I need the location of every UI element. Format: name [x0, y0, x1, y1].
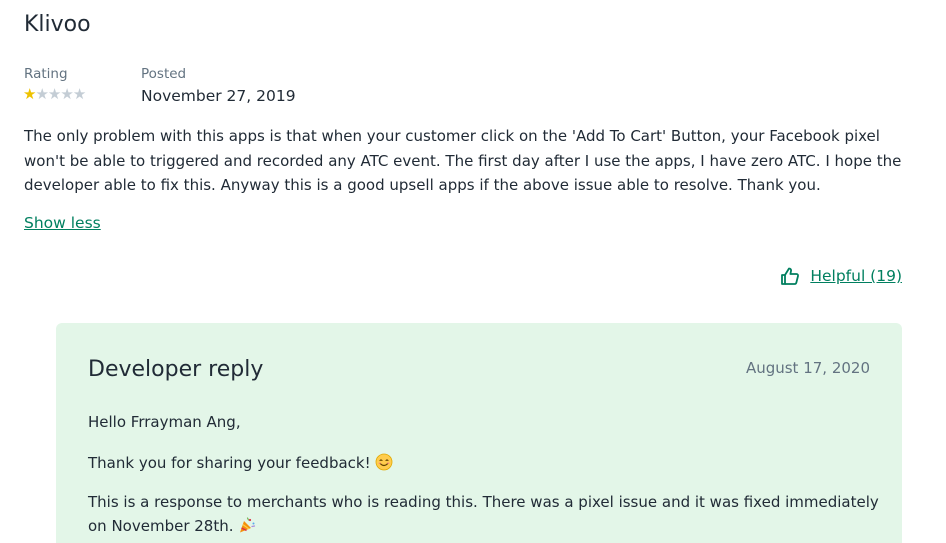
rating-label: Rating [24, 66, 68, 82]
reply-message: This is a response to merchants who is r… [88, 490, 888, 538]
party-popper-icon [239, 517, 255, 533]
developer-reply: Developer reply August 17, 2020 Hello Fr… [56, 323, 902, 543]
star-rating: ★★★★★ [23, 85, 86, 103]
store-name: Klivoo [24, 12, 91, 37]
star-empty-icon: ★ [35, 85, 48, 103]
star-filled-icon: ★ [23, 85, 36, 103]
reply-title: Developer reply [88, 357, 264, 382]
star-empty-icon: ★ [72, 85, 86, 103]
helpful-button[interactable]: Helpful (19) [780, 266, 902, 286]
posted-date: November 27, 2019 [141, 87, 296, 105]
reply-date: August 17, 2020 [745, 359, 870, 377]
star-empty-icon: ★ [47, 85, 61, 103]
reply-message-text: This is a response to merchants who is r… [88, 493, 879, 535]
reply-thanks: Thank you for sharing your feedback! [88, 451, 888, 475]
smiling-face-icon [375, 453, 393, 471]
review-body: The only problem with this apps is that … [24, 127, 902, 194]
reply-thanks-text: Thank you for sharing your feedback! [88, 454, 371, 472]
thumbs-up-icon [781, 267, 800, 285]
helpful-label: Helpful (19) [810, 267, 902, 285]
star-empty-icon: ★ [60, 85, 73, 103]
show-less-link[interactable]: Show less [24, 214, 101, 232]
posted-label: Posted [141, 66, 187, 82]
reply-greeting: Hello Frrayman Ang, [88, 413, 241, 431]
